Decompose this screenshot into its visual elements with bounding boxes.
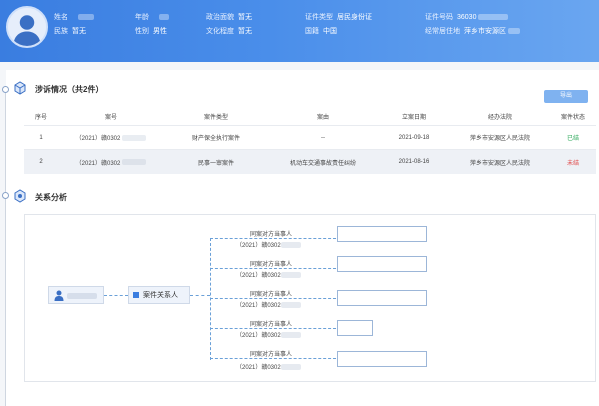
timeline-dot bbox=[2, 192, 9, 199]
row-cause: 机动车交通事故责任纠纷 bbox=[289, 160, 356, 167]
row-status: 未结 bbox=[566, 160, 579, 167]
branch-case-label: （2021）赣0302 bbox=[236, 240, 301, 249]
connector-line bbox=[190, 295, 210, 296]
connector-trunk bbox=[210, 238, 211, 360]
col-case-no-header: 案号 bbox=[104, 115, 117, 121]
branch-role-label: 同案对方当事人 bbox=[250, 292, 293, 298]
row-court: 萍乡市安源区人民法院 bbox=[469, 136, 530, 142]
ethnicity-field: 民族 暂无 bbox=[54, 28, 86, 35]
cases-section-title: 涉诉情况（共2件） bbox=[35, 85, 104, 94]
branch-line bbox=[210, 358, 336, 359]
col-type-header: 案件类型 bbox=[203, 115, 228, 121]
row-court: 萍乡市安源区人民法院 bbox=[469, 160, 530, 167]
relation-section-title: 关系分析 bbox=[35, 193, 67, 202]
case-icon bbox=[12, 80, 28, 96]
branch-role-label: 同案对方当事人 bbox=[250, 322, 293, 328]
subject-node[interactable] bbox=[48, 286, 104, 304]
row-cause: -- bbox=[321, 134, 325, 141]
branch-case-label: （2021）赣0302 bbox=[236, 362, 301, 371]
avatar-icon bbox=[6, 6, 48, 48]
political-field: 政治面貌 暂无 bbox=[206, 14, 252, 21]
name-field: 姓名 bbox=[54, 12, 94, 22]
branch-role-label: 同案对方当事人 bbox=[250, 262, 293, 268]
party-node[interactable] bbox=[337, 351, 427, 367]
row-date: 2021-08-16 bbox=[398, 159, 430, 165]
id-type-field: 证件类型 居民身份证 bbox=[305, 14, 372, 21]
case-person-label: 案件关系人 bbox=[143, 292, 178, 299]
branch-line bbox=[210, 268, 336, 269]
row-type: 财产保全执行案件 bbox=[191, 136, 240, 142]
table-row[interactable]: 1 （2021）赣0302 财产保全执行案件 -- 2021-09-18 萍乡市… bbox=[24, 126, 596, 150]
col-date-header: 立案日期 bbox=[401, 115, 426, 121]
gender-field: 性别 男性 bbox=[135, 28, 167, 35]
col-cause-header: 案由 bbox=[316, 115, 329, 121]
education-field: 文化程度 暂无 bbox=[206, 28, 252, 35]
connector-line bbox=[104, 295, 128, 296]
case-person-node[interactable]: 案件关系人 bbox=[128, 286, 190, 304]
col-status-header: 案件状态 bbox=[560, 115, 585, 121]
table-header-row: 序号 案号 案件类型 案由 立案日期 经办法院 案件状态 bbox=[24, 108, 596, 126]
branch-case-label: （2021）赣0302 bbox=[236, 330, 301, 339]
branch-line bbox=[210, 298, 336, 299]
party-node[interactable] bbox=[337, 256, 427, 272]
branch-role-label: 同案对方当事人 bbox=[250, 352, 293, 358]
row-type: 民事一审案件 bbox=[197, 160, 234, 167]
row-case-no: （2021）赣0302 bbox=[58, 150, 164, 174]
party-node[interactable] bbox=[337, 290, 427, 306]
party-node[interactable] bbox=[337, 320, 373, 336]
row-case-no: （2021）赣0302 bbox=[58, 126, 164, 149]
col-no-header: 序号 bbox=[34, 115, 47, 121]
profile-header: 姓名 年龄 政治面貌 暂无 证件类型 居民身份证 证件号码 36030 民族 暂无 性别… bbox=[0, 0, 599, 62]
residence-field: 经常居住地 萍乡市安源区 bbox=[425, 26, 520, 36]
age-field: 年龄 bbox=[135, 12, 169, 22]
branch-line bbox=[210, 238, 336, 239]
row-status: 已结 bbox=[566, 136, 579, 142]
branch-case-label: （2021）赣0302 bbox=[236, 270, 301, 279]
case-person-icon bbox=[133, 292, 139, 298]
row-date: 2021-09-18 bbox=[398, 134, 430, 141]
person-icon bbox=[54, 290, 64, 301]
row-no: 2 bbox=[39, 159, 43, 165]
id-number-field: 证件号码 36030 bbox=[425, 12, 509, 22]
row-no: 1 bbox=[39, 134, 43, 141]
branch-role-label: 同案对方当事人 bbox=[250, 232, 293, 238]
branch-case-label: （2021）赣0302 bbox=[236, 300, 301, 309]
branch-line bbox=[210, 328, 336, 329]
timeline-rail bbox=[5, 86, 6, 406]
table-row[interactable]: 2 （2021）赣0302 民事一审案件 机动车交通事故责任纠纷 2021-08… bbox=[24, 150, 596, 174]
timeline-dot bbox=[2, 86, 9, 93]
col-court-header: 经办法院 bbox=[487, 115, 512, 121]
nationality-field: 国籍 中国 bbox=[305, 28, 337, 35]
relation-icon bbox=[12, 188, 28, 204]
export-button[interactable]: 导出 bbox=[544, 90, 588, 103]
party-node[interactable] bbox=[337, 226, 427, 242]
